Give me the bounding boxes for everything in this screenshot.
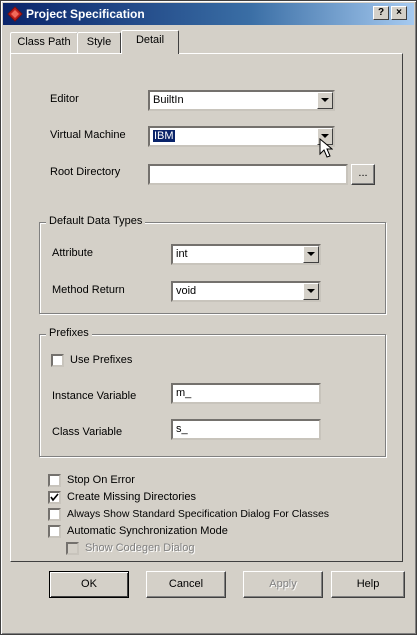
attribute-select[interactable]: int (171, 244, 321, 265)
default-data-types-title: Default Data Types (46, 215, 146, 227)
help-button[interactable]: Help (331, 571, 405, 598)
instance-variable-input[interactable]: m_ (171, 383, 321, 404)
attribute-dropdown-button[interactable] (303, 246, 319, 263)
editor-select[interactable]: BuiltIn (148, 90, 335, 111)
virtual-machine-value: IBM (153, 130, 175, 142)
editor-dropdown-button[interactable] (317, 92, 333, 109)
apply-button: Apply (243, 571, 323, 598)
mouse-pointer-icon (319, 138, 333, 158)
method-return-dropdown-button[interactable] (303, 283, 319, 300)
create-missing-directories-label: Create Missing Directories (67, 491, 196, 503)
method-return-select[interactable]: void (171, 281, 321, 302)
stop-on-error-label: Stop On Error (67, 474, 135, 486)
ok-button[interactable]: OK (49, 571, 129, 598)
dialog-window: Project Specification ? × Class Path Sty… (0, 0, 417, 635)
root-directory-input[interactable] (148, 164, 348, 185)
stop-on-error-checkbox[interactable] (48, 474, 61, 487)
title-bar[interactable]: Project Specification ? × (3, 3, 414, 25)
class-variable-input[interactable]: s_ (171, 419, 321, 440)
attribute-value: int (176, 248, 188, 260)
detail-tab-panel: Editor BuiltIn Virtual Machine IBM Root … (10, 53, 403, 562)
method-return-value: void (176, 285, 197, 297)
create-missing-directories-checkbox[interactable] (48, 491, 61, 504)
chevron-down-icon (307, 289, 315, 293)
show-codegen-dialog-checkbox (66, 542, 79, 555)
cancel-button[interactable]: Cancel (146, 571, 226, 598)
use-prefixes-checkbox[interactable] (51, 354, 64, 367)
automatic-synchronization-checkbox[interactable] (48, 525, 61, 538)
tab-class-path[interactable]: Class Path (10, 32, 78, 53)
instance-variable-label: Instance Variable (52, 390, 137, 402)
class-variable-label: Class Variable (52, 426, 123, 438)
close-title-button[interactable]: × (391, 6, 407, 20)
virtual-machine-select[interactable]: IBM (148, 126, 335, 147)
rose-diamond-icon (7, 6, 23, 22)
attribute-label: Attribute (52, 247, 93, 259)
root-directory-label: Root Directory (50, 166, 121, 178)
editor-label: Editor (50, 93, 79, 105)
chevron-down-icon (307, 252, 315, 256)
show-codegen-dialog-label: Show Codegen Dialog (85, 542, 195, 554)
chevron-down-icon (321, 98, 329, 102)
browse-button[interactable]: ... (351, 164, 375, 185)
prefixes-title: Prefixes (46, 327, 92, 339)
virtual-machine-label: Virtual Machine (50, 129, 126, 141)
check-icon (50, 493, 59, 502)
tab-detail[interactable]: Detail (121, 30, 179, 54)
use-prefixes-label: Use Prefixes (70, 354, 133, 366)
window-title: Project Specification (26, 7, 145, 21)
always-show-spec-dialog-checkbox[interactable] (48, 508, 61, 521)
always-show-spec-dialog-label: Always Show Standard Specification Dialo… (67, 508, 330, 520)
help-title-button[interactable]: ? (373, 6, 389, 20)
automatic-synchronization-label: Automatic Synchronization Mode (67, 525, 228, 537)
tab-style[interactable]: Style (77, 32, 121, 53)
method-return-label: Method Return (52, 284, 125, 296)
editor-value: BuiltIn (153, 94, 184, 106)
